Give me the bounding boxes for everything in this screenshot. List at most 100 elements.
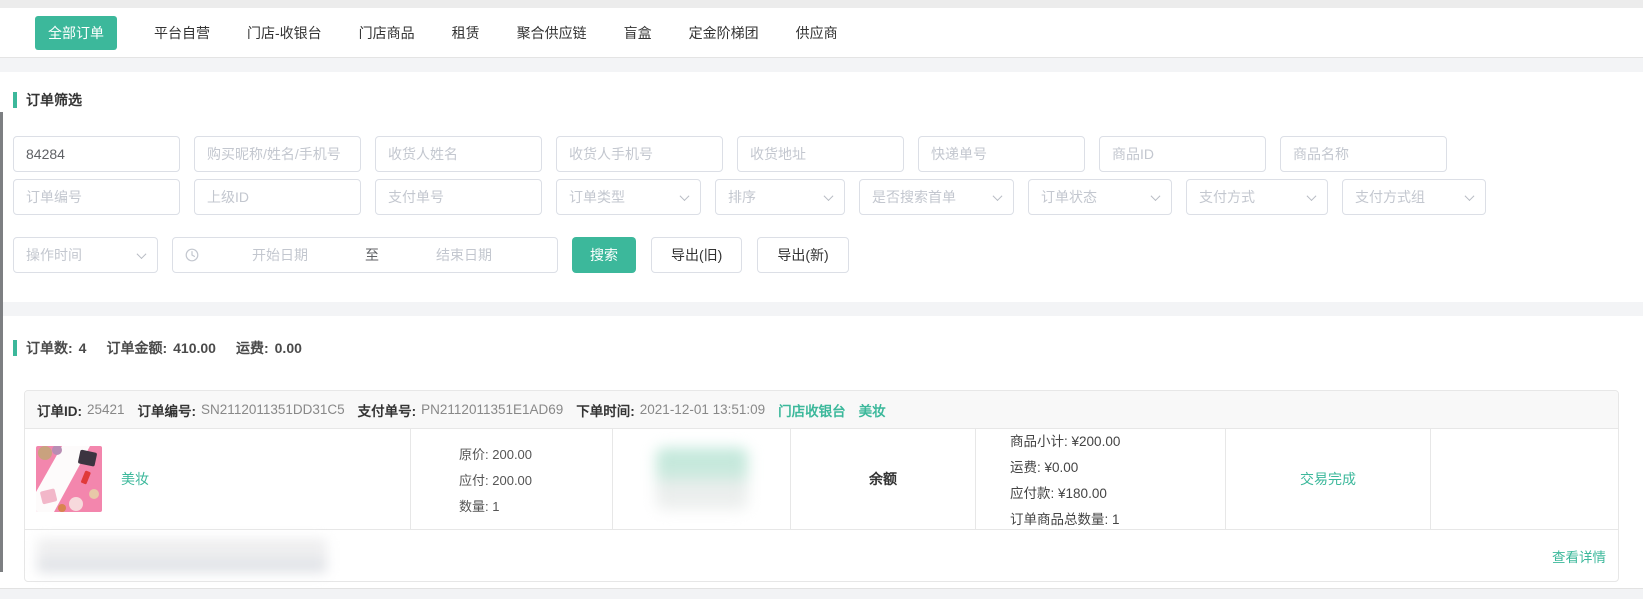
customer-cell (613, 429, 791, 529)
export-old-button[interactable]: 导出(旧) (651, 237, 742, 273)
pay-method-group-select[interactable]: 支付方式组 (1342, 179, 1486, 215)
order-status-cell: 交易完成 (1226, 429, 1431, 529)
freight-row: 运费: ¥0.00 (1010, 456, 1225, 476)
payable-price-row: 应付: 200.00 (459, 470, 612, 489)
tab-all-orders[interactable]: 全部订单 (35, 16, 117, 50)
product-name-link[interactable]: 美妆 (121, 469, 149, 489)
accent-bar (13, 92, 17, 108)
payment-method-cell: 余额 (791, 429, 976, 529)
tab-deposit-group[interactable]: 定金阶梯团 (689, 16, 759, 50)
tab-platform-self[interactable]: 平台自营 (154, 16, 210, 50)
sort-placeholder: 排序 (728, 187, 756, 207)
total-quantity-row: 订单商品总数量: 1 (1010, 508, 1225, 528)
consignee-name-input[interactable] (375, 136, 542, 172)
parent-id-input[interactable] (194, 179, 361, 215)
start-date-placeholder[interactable]: 开始日期 (199, 245, 361, 265)
filter-section-header: 订单筛选 (13, 90, 1630, 110)
orders-count-label: 订单数: (26, 338, 73, 358)
pay-method-group-placeholder: 支付方式组 (1355, 187, 1425, 207)
consignee-phone-input[interactable] (556, 136, 723, 172)
order-type-select[interactable]: 订单类型 (556, 179, 701, 215)
filter-row-3: 操作时间 开始日期 至 结束日期 搜索 导出(旧) 导出(新) (13, 237, 1630, 273)
chevron-down-icon (824, 191, 834, 201)
search-button[interactable]: 搜索 (572, 237, 636, 273)
original-price-row: 原价: 200.00 (459, 444, 612, 463)
order-channel-tag: 门店收银台 (778, 400, 846, 420)
chevron-down-icon (993, 191, 1003, 201)
chevron-down-icon (1151, 191, 1161, 201)
product-image (36, 446, 102, 512)
tab-store-goods[interactable]: 门店商品 (359, 16, 415, 50)
buyer-remark-redacted (37, 539, 327, 573)
view-detail-link[interactable]: 查看详情 (1552, 546, 1606, 566)
tab-store-cashier[interactable]: 门店-收银台 (247, 16, 322, 50)
filter-row-1 (13, 136, 1630, 172)
chevron-down-icon (137, 249, 147, 259)
buyer-input[interactable] (194, 136, 361, 172)
order-card-footer: 查看详情 (25, 529, 1618, 581)
pay-method-select[interactable]: 支付方式 (1186, 179, 1328, 215)
tab-rental[interactable]: 租赁 (452, 16, 480, 50)
filter-row-2: 订单类型 排序 是否搜索首单 订单状态 支付方式 支付方式组 (13, 179, 1630, 215)
pay-no-value: PN2112011351E1AD69 (421, 402, 563, 417)
order-id-input[interactable] (13, 136, 180, 172)
sort-select[interactable]: 排序 (715, 179, 845, 215)
order-no-value: SN2112011351DD31C5 (201, 402, 345, 417)
customer-info-redacted (656, 448, 748, 510)
spacer (0, 58, 1643, 72)
order-summary: 订单数: 4 订单金额: 410.00 运费: 0.00 (13, 338, 1643, 358)
end-date-placeholder[interactable]: 结束日期 (383, 245, 545, 265)
payment-method: 余额 (869, 469, 897, 489)
pay-no-input[interactable] (375, 179, 542, 215)
product-id-input[interactable] (1099, 136, 1266, 172)
first-order-placeholder: 是否搜索首单 (872, 187, 956, 207)
order-filter-panel: 订单筛选 订单类型 排序 是否搜索首单 订单状态 支付方 (0, 72, 1643, 302)
order-time-label: 下单时间: (576, 400, 635, 420)
order-type-placeholder: 订单类型 (569, 187, 625, 207)
left-scrollbar[interactable] (0, 112, 3, 572)
clock-icon (185, 248, 199, 262)
operate-time-placeholder: 操作时间 (26, 245, 82, 265)
freight-label: 运费: (236, 338, 269, 358)
filter-section-title: 订单筛选 (26, 90, 82, 110)
order-no-input[interactable] (13, 179, 180, 215)
order-tabs: 全部订单 平台自营 门店-收银台 门店商品 租赁 聚合供应链 盲盒 定金阶梯团 … (0, 8, 1643, 58)
order-card: 订单ID: 25421 订单编号: SN2112011351DD31C5 支付单… (24, 390, 1619, 582)
order-id-value: 25421 (87, 402, 125, 417)
order-no-label: 订单编号: (138, 400, 197, 420)
export-new-button[interactable]: 导出(新) (757, 237, 848, 273)
date-range-picker[interactable]: 开始日期 至 结束日期 (172, 237, 558, 273)
tab-supplier[interactable]: 供应商 (796, 16, 838, 50)
order-results-panel: 订单数: 4 订单金额: 410.00 运费: 0.00 订单ID: 25421… (0, 316, 1643, 596)
quantity-row: 数量: 1 (459, 496, 612, 515)
operate-time-select[interactable]: 操作时间 (13, 237, 158, 273)
totals-cell: 商品小计: ¥200.00 运费: ¥0.00 应付款: ¥180.00 订单商… (976, 429, 1226, 529)
tab-supply-chain[interactable]: 聚合供应链 (517, 16, 587, 50)
order-id-label: 订单ID: (37, 400, 82, 420)
price-cell: 原价: 200.00 应付: 200.00 数量: 1 (411, 429, 613, 529)
freight-value: 0.00 (275, 340, 302, 356)
first-order-select[interactable]: 是否搜索首单 (859, 179, 1014, 215)
date-range-separator: 至 (361, 245, 383, 265)
amount-due-row: 应付款: ¥180.00 (1010, 482, 1225, 502)
order-card-header: 订单ID: 25421 订单编号: SN2112011351DD31C5 支付单… (25, 391, 1618, 429)
product-name-input[interactable] (1280, 136, 1447, 172)
chevron-down-icon (1307, 191, 1317, 201)
accent-bar (13, 340, 17, 356)
order-time-value: 2021-12-01 13:51:09 (640, 402, 765, 417)
chevron-down-icon (680, 191, 690, 201)
order-category-tag: 美妆 (859, 400, 886, 420)
pay-no-label: 支付单号: (358, 400, 417, 420)
pay-method-placeholder: 支付方式 (1199, 187, 1255, 207)
top-strip (0, 0, 1643, 8)
order-status-placeholder: 订单状态 (1041, 187, 1097, 207)
orders-amount-value: 410.00 (173, 340, 216, 356)
tab-blind-box[interactable]: 盲盒 (624, 16, 652, 50)
bottom-strip (0, 588, 1643, 599)
orders-count-value: 4 (79, 340, 87, 356)
address-input[interactable] (737, 136, 904, 172)
order-status-select[interactable]: 订单状态 (1028, 179, 1172, 215)
tracking-no-input[interactable] (918, 136, 1085, 172)
actions-cell (1431, 429, 1618, 529)
product-cell: 美妆 (25, 429, 411, 529)
